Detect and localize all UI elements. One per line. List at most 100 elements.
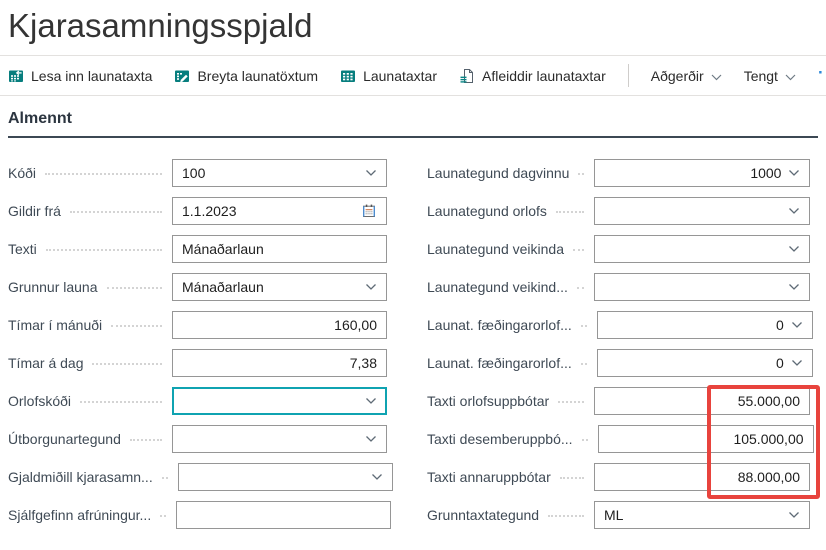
field-row: Taxti desemberuppbó... 105.000,00	[427, 420, 810, 458]
edit-rates-icon	[174, 68, 190, 84]
grunntaxtategund-label: Grunntaxtategund	[427, 507, 539, 523]
taxti-annaruppbotar-field[interactable]: 88.000,00	[594, 463, 810, 491]
dotted-leader	[577, 287, 584, 289]
field-value: 0	[607, 355, 784, 371]
field-row: Grunnur launa Mánaðarlaun	[8, 268, 387, 306]
taxti-desemberuppbotar-label: Taxti desemberuppbó...	[427, 431, 573, 447]
field-row: Launategund dagvinnu 1000	[427, 154, 810, 192]
field-row: Útborgunartegund	[8, 420, 387, 458]
faedingarorlof2-field[interactable]: 0	[597, 349, 813, 377]
menu-label: Aðgerðir	[651, 68, 704, 84]
kjarasamningsspjald-page: Kjarasamningsspjald Lesa inn launataxta	[0, 0, 826, 550]
orlofskodi-field[interactable]	[172, 387, 387, 415]
gildir-fra-field[interactable]: 1.1.2023	[172, 197, 387, 225]
dotted-leader	[582, 439, 588, 441]
field-row: Launategund veikinda	[427, 230, 810, 268]
gjaldmidill-field[interactable]	[178, 463, 393, 491]
dotted-leader	[578, 173, 584, 175]
field-value: 1.1.2023	[182, 203, 354, 219]
field-value: ML	[604, 507, 781, 523]
dotted-leader	[581, 363, 587, 365]
dotted-leader	[548, 515, 584, 517]
faedingarorlof1-field[interactable]: 0	[597, 311, 813, 339]
dotted-leader	[111, 325, 162, 327]
dotted-leader	[581, 325, 587, 327]
chevron-down-icon	[788, 245, 800, 253]
field-value: 105.000,00	[608, 431, 804, 447]
kodi-label: Kóði	[8, 165, 36, 181]
chevron-down-icon	[791, 321, 803, 329]
launategund-dagvinnu-field[interactable]: 1000	[594, 159, 810, 187]
form-column-left: Kóði 100 Gildir frá 1.1.2023	[8, 154, 387, 534]
taxti-orlofsuppbotar-field[interactable]: 55.000,00	[594, 387, 810, 415]
chevron-down-icon	[371, 473, 383, 481]
field-value: Mánaðarlaun	[182, 279, 358, 295]
grunntaxtategund-field[interactable]: ML	[594, 501, 810, 529]
calendar-icon[interactable]	[361, 203, 377, 219]
breyta-launatoxtum-button[interactable]: Breyta launatöxtum	[174, 68, 318, 84]
launategund-dagvinnu-label: Launategund dagvinnu	[427, 165, 569, 181]
dotted-leader	[45, 173, 162, 175]
page-title: Kjarasamningsspjald	[8, 5, 818, 46]
action-label: Afleiddir launataxtar	[482, 68, 606, 84]
title-bar: Kjarasamningsspjald	[0, 0, 826, 56]
dotted-leader	[80, 401, 162, 403]
afrunningur-label: Sjálfgefinn afrúningur...	[8, 507, 151, 523]
grunnur-launa-field[interactable]: Mánaðarlaun	[172, 273, 387, 301]
action-toolbar: Lesa inn launataxta Breyta launatöxtum	[0, 56, 826, 96]
field-row: Launategund orlofs	[427, 192, 810, 230]
field-row: Launat. fæðingarorlof... 0	[427, 306, 810, 344]
grunnur-launa-label: Grunnur launa	[8, 279, 98, 295]
launategund-veikind2-field[interactable]	[594, 273, 810, 301]
launategund-veikind2-label: Launategund veikind...	[427, 279, 568, 295]
launategund-orlofs-field[interactable]	[594, 197, 810, 225]
utborgunartegund-field[interactable]	[172, 425, 387, 453]
field-value: 55.000,00	[604, 393, 800, 409]
field-row: Orlofskóði	[8, 382, 387, 420]
field-value: 1000	[604, 165, 781, 181]
general-fasttab: Kóði 100 Gildir frá 1.1.2023	[8, 154, 818, 534]
lesa-inn-launataxta-button[interactable]: Lesa inn launataxta	[8, 68, 152, 84]
dotted-leader	[558, 401, 584, 403]
taxti-annaruppbotar-label: Taxti annaruppbótar	[427, 469, 551, 485]
launategund-orlofs-label: Launategund orlofs	[427, 203, 547, 219]
taxti-orlofsuppbotar-label: Taxti orlofsuppbótar	[427, 393, 549, 409]
chevron-down-icon	[788, 169, 800, 177]
section-header-almennt[interactable]: Almennt	[8, 110, 818, 138]
action-label: Lesa inn launataxta	[31, 68, 152, 84]
field-row: Grunntaxtategund ML	[427, 496, 810, 534]
taxti-desemberuppbotar-field[interactable]: 105.000,00	[598, 425, 814, 453]
launategund-veikinda-label: Launategund veikinda	[427, 241, 564, 257]
afrunningur-field[interactable]	[176, 501, 391, 529]
launataxtar-button[interactable]: Launataxtar	[340, 68, 437, 84]
gjaldmidill-label: Gjaldmiðill kjarasamn...	[8, 469, 153, 485]
tengt-menu[interactable]: Tengt	[744, 68, 796, 84]
kodi-field[interactable]: 100	[172, 159, 387, 187]
rates-table-icon	[340, 68, 356, 84]
chevron-down-icon	[365, 169, 377, 177]
afleiddir-launataxtar-button[interactable]: Afleiddir launataxtar	[459, 68, 606, 84]
field-value: Mánaðarlaun	[182, 241, 377, 257]
field-row: Launat. fæðingarorlof... 0	[427, 344, 810, 382]
field-value: 88.000,00	[604, 469, 800, 485]
dotted-leader	[107, 287, 162, 289]
chevron-down-icon	[365, 435, 377, 443]
field-row: Taxti orlofsuppbótar 55.000,00	[427, 382, 810, 420]
field-row: Gjaldmiðill kjarasamn...	[8, 458, 387, 496]
action-label: Breyta launatöxtum	[197, 68, 318, 84]
adgerdir-menu[interactable]: Aðgerðir	[651, 68, 722, 84]
orlofskodi-label: Orlofskóði	[8, 393, 71, 409]
launategund-veikinda-field[interactable]	[594, 235, 810, 263]
timar-i-manudi-label: Tímar í mánuði	[8, 317, 102, 333]
more-options-icon[interactable]: ···	[818, 64, 826, 87]
dotted-leader	[160, 515, 166, 517]
utborgunartegund-label: Útborgunartegund	[8, 431, 121, 447]
timar-i-manudi-field[interactable]: 160,00	[172, 311, 387, 339]
gildir-fra-label: Gildir frá	[8, 203, 61, 219]
field-value: 100	[182, 165, 358, 181]
timar-a-dag-field[interactable]: 7,38	[172, 349, 387, 377]
toolbar-separator	[628, 64, 629, 87]
field-row: Texti Mánaðarlaun	[8, 230, 387, 268]
texti-field[interactable]: Mánaðarlaun	[172, 235, 387, 263]
chevron-down-icon	[788, 283, 800, 291]
